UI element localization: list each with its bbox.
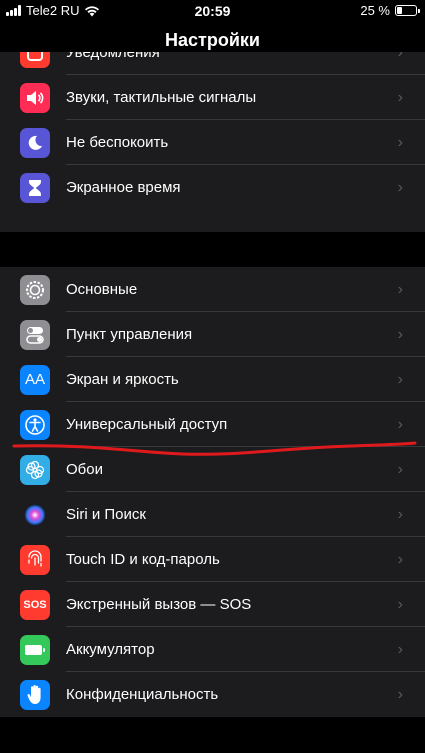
- chevron-right-icon: ›: [397, 370, 403, 388]
- battery-percent: 25 %: [360, 3, 390, 18]
- chevron-right-icon: ›: [397, 505, 403, 523]
- text-size-icon: AA: [20, 364, 50, 395]
- chevron-right-icon: ›: [397, 685, 403, 703]
- settings-row-label: Конфиденциальность: [66, 686, 219, 703]
- hourglass-icon: [20, 172, 50, 203]
- sos-icon: SOS: [20, 589, 50, 620]
- chevron-right-icon: ›: [397, 52, 403, 61]
- chevron-right-icon: ›: [397, 640, 403, 658]
- accessibility-icon: [20, 409, 50, 440]
- siri-icon: [20, 499, 50, 530]
- hand-icon: [20, 679, 50, 710]
- battery-icon: [395, 5, 420, 16]
- settings-row-label: Экстренный вызов — SOS: [66, 596, 252, 613]
- settings-group-2: Основные › Пункт управления › AA Экран и ярко…: [0, 267, 425, 717]
- settings-row-label: Уведомления: [66, 52, 160, 61]
- fingerprint-icon: [20, 544, 50, 575]
- settings-row-label: Звуки, тактильные сигналы: [66, 89, 257, 106]
- chevron-right-icon: ›: [397, 178, 403, 196]
- settings-row[interactable]: Звуки, тактильные сигналы ›: [0, 75, 425, 120]
- settings-row-label: Универсальный доступ: [66, 416, 228, 433]
- status-right: 25 %: [360, 3, 420, 18]
- wallpaper-icon: [20, 454, 50, 485]
- settings-row-label: Siri и Поиск: [66, 506, 146, 523]
- settings-row[interactable]: Уведомления ›: [0, 52, 425, 75]
- chevron-right-icon: ›: [397, 550, 403, 568]
- chevron-right-icon: ›: [397, 460, 403, 478]
- settings-row[interactable]: AA Экран и яркость ›: [0, 357, 425, 402]
- red-annotation-underline: [12, 441, 417, 456]
- settings-row[interactable]: Не беспокоить ›: [0, 120, 425, 165]
- settings-row[interactable]: Аккумулятор ›: [0, 627, 425, 672]
- settings-row[interactable]: Конфиденциальность ›: [0, 672, 425, 717]
- page-title: Настройки: [165, 30, 260, 50]
- toggles-icon: [20, 319, 50, 350]
- status-bar: Tele2 RU 20:59 25 %: [0, 0, 425, 22]
- battery-icon: [20, 634, 50, 665]
- settings-row-label: Аккумулятор: [66, 641, 155, 658]
- moon-icon: [20, 127, 50, 158]
- settings-row[interactable]: Экранное время ›: [0, 165, 425, 210]
- settings-row-label: Обои: [66, 461, 103, 478]
- chevron-right-icon: ›: [397, 88, 403, 106]
- settings-row[interactable]: Touch ID и код-пароль ›: [0, 537, 425, 582]
- chevron-right-icon: ›: [397, 595, 403, 613]
- gear-icon: [20, 274, 50, 305]
- settings-row[interactable]: Основные ›: [0, 267, 425, 312]
- settings-row-label: Не беспокоить: [66, 134, 169, 151]
- settings-row-label: Экранное время: [66, 179, 181, 196]
- settings-row-label: Основные: [66, 281, 138, 298]
- chevron-right-icon: ›: [397, 325, 403, 343]
- chevron-right-icon: ›: [397, 280, 403, 298]
- notifications-icon: [20, 52, 50, 68]
- sounds-icon: [20, 82, 50, 113]
- settings-row[interactable]: Пункт управления ›: [0, 312, 425, 357]
- settings-row-label: Пункт управления: [66, 326, 193, 343]
- settings-row[interactable]: Siri и Поиск ›: [0, 492, 425, 537]
- battery-level-fill: [397, 7, 402, 14]
- settings-row[interactable]: SOS Экстренный вызов — SOS ›: [0, 582, 425, 627]
- chevron-right-icon: ›: [397, 133, 403, 151]
- settings-row-label: Touch ID и код-пароль: [66, 551, 220, 568]
- settings-row-label: Экран и яркость: [66, 371, 179, 388]
- settings-group-1: Уведомления › Звуки, тактильные сигналы › Не…: [0, 52, 425, 232]
- chevron-right-icon: ›: [397, 415, 403, 433]
